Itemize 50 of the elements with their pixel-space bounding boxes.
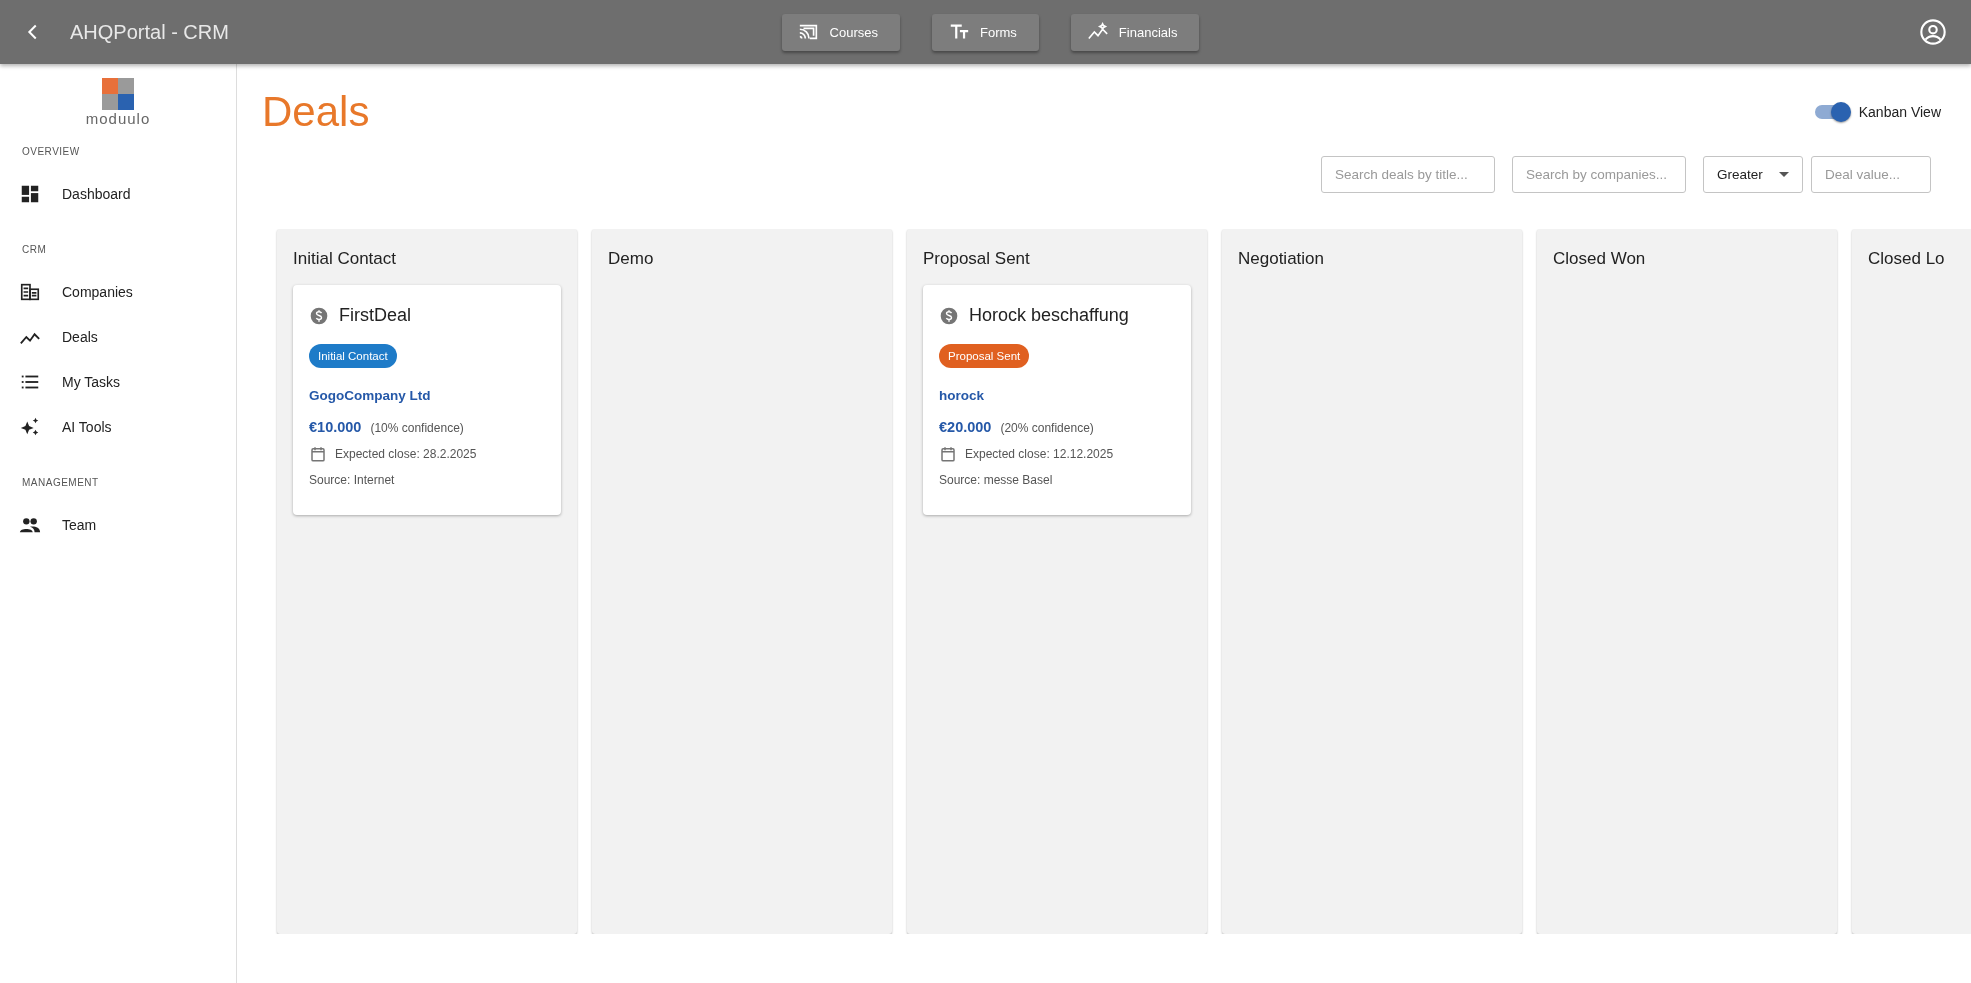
sparkle-icon (19, 415, 41, 438)
source-text: Source: Internet (309, 473, 395, 487)
column-title: Closed Lo (1868, 249, 1946, 269)
search-field[interactable]: Search deals by title... (1321, 156, 1495, 193)
source-text: Source: messe Basel (939, 473, 1053, 487)
expected-close-text: Expected close: 12.12.2025 (965, 447, 1114, 461)
nav-button[interactable]: Courses (781, 13, 900, 51)
dollar-coin-icon (309, 305, 329, 326)
calendar-icon (939, 445, 957, 463)
search-field[interactable]: Search by companies... (1512, 156, 1686, 193)
sidebar-item[interactable]: Deals (0, 314, 236, 359)
confidence-text: (10% confidence) (370, 421, 464, 435)
dropdown-caret-icon (1779, 172, 1789, 177)
sidebar-item[interactable]: Team (0, 502, 236, 547)
logo-text: moduulo (85, 111, 151, 126)
column-title: Initial Contact (293, 249, 397, 269)
column-title: Proposal Sent (923, 249, 1031, 269)
deal-card[interactable]: FirstDeal Initial Contact GogoCompany Ltd €10.000 (10% confidence) Expected close: 28.2.2025 Source: Internet (293, 285, 561, 515)
sidebar-item[interactable]: AI Tools (0, 404, 236, 449)
sidebar-item[interactable]: Dashboard (0, 171, 236, 216)
deal-title: FirstDeal (339, 305, 411, 326)
section-heading: OVERVIEW (21, 146, 81, 157)
deal-amount: €10.000 (309, 419, 362, 435)
sidebar-item[interactable]: My Tasks (0, 359, 236, 404)
column-title: Negotiation (1238, 249, 1325, 269)
sidebar-item[interactable]: Companies (0, 269, 236, 314)
deal-value-field[interactable]: Deal value... (1811, 156, 1931, 193)
page-title: Deals (262, 88, 370, 136)
calendar-icon (309, 445, 327, 463)
deal-title: Horock beschaffung (969, 305, 1129, 326)
column-title: Demo (608, 249, 655, 269)
kanban-view-toggle[interactable]: Kanban View (1814, 104, 1941, 120)
nav-button[interactable]: Forms (932, 13, 1039, 51)
app-title: AHQPortal - CRM (70, 20, 229, 44)
deal-amount: €20.000 (939, 419, 992, 435)
section-heading: CRM (21, 244, 48, 255)
comparison-dropdown[interactable]: Greater (1703, 156, 1803, 193)
stage-badge: Proposal Sent (939, 344, 1030, 368)
dollar-coin-icon (939, 305, 959, 326)
confidence-text: (20% confidence) (1000, 421, 1094, 435)
nav-button[interactable]: Financials (1070, 13, 1200, 51)
stage-badge: Initial Contact (309, 344, 397, 368)
company-link[interactable]: GogoCompany Ltd (309, 388, 431, 403)
expected-close-text: Expected close: 28.2.2025 (335, 447, 477, 461)
puzzle-logo-icon (102, 78, 134, 110)
deal-card[interactable]: Horock beschaffung Proposal Sent horock €20.000 (20% confidence) Expected close: 12.12.2025 Source: messe Basel (923, 285, 1191, 515)
company-link[interactable]: horock (939, 388, 984, 403)
column-title: Closed Won (1553, 249, 1647, 269)
account-icon[interactable] (1919, 18, 1947, 46)
section-heading: MANAGEMENT (21, 477, 100, 488)
